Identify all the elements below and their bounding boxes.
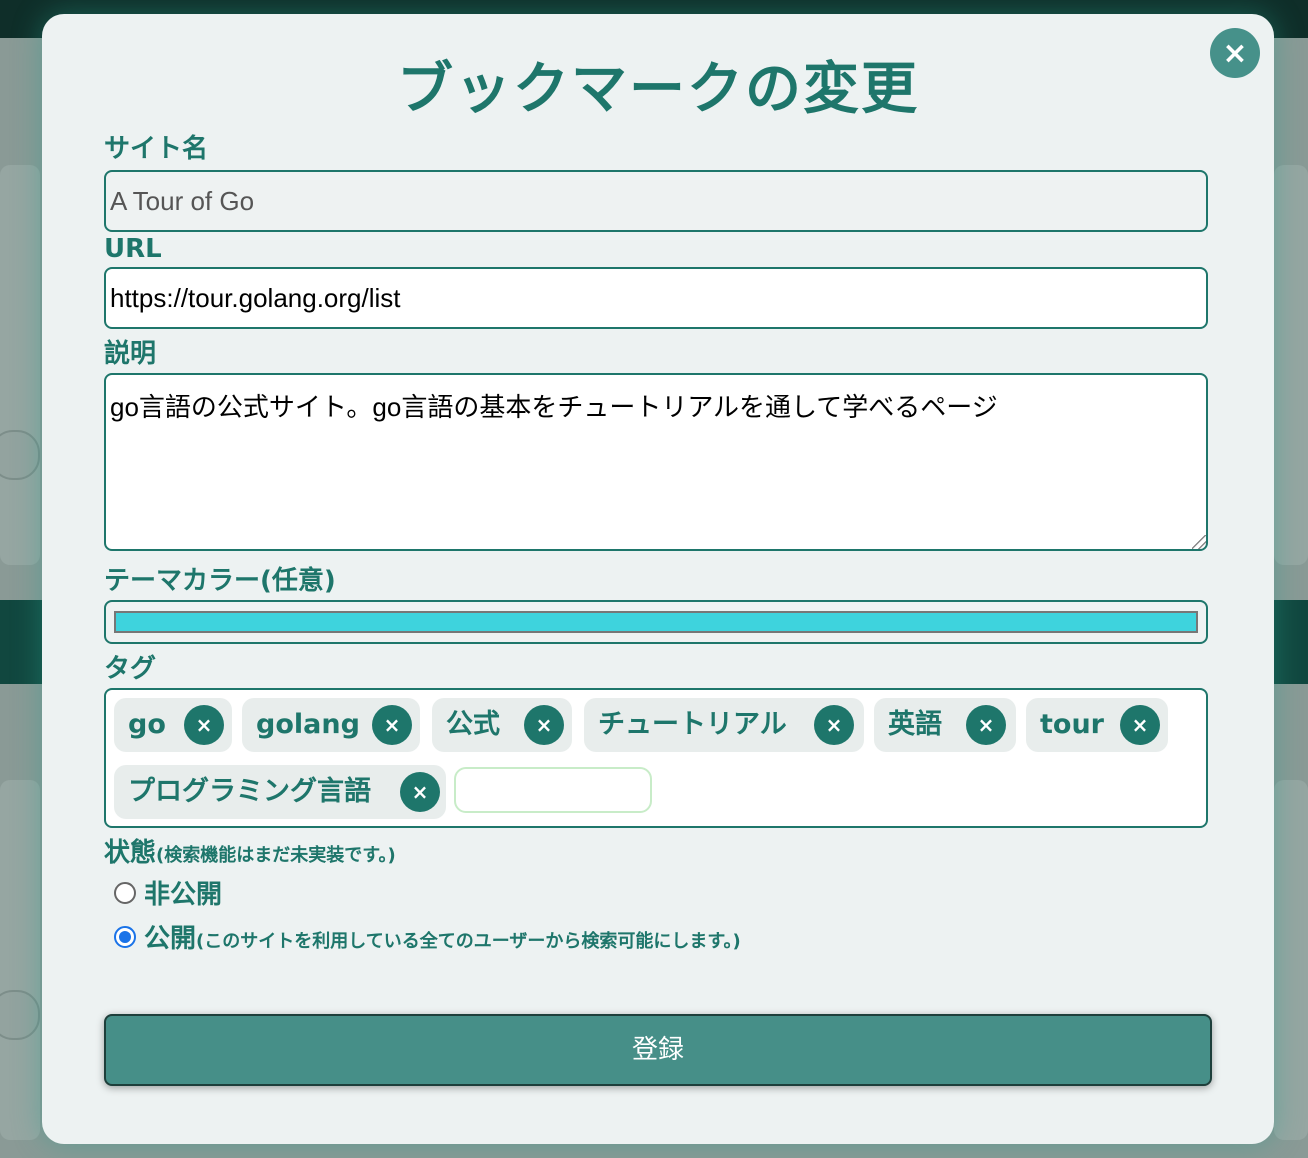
tag-chip: チュートリアル × bbox=[584, 698, 864, 752]
tag-remove-icon[interactable]: × bbox=[966, 705, 1006, 745]
url-field[interactable] bbox=[104, 267, 1208, 329]
tag-remove-icon[interactable]: × bbox=[814, 705, 854, 745]
description-label: 説明 bbox=[104, 339, 157, 369]
tag-remove-icon[interactable]: × bbox=[1120, 705, 1160, 745]
background-card bbox=[1274, 780, 1308, 1140]
background-card bbox=[1274, 165, 1308, 565]
status-option-private[interactable]: 非公開 bbox=[114, 874, 222, 911]
public-radio[interactable] bbox=[114, 925, 136, 948]
tag-label: golang bbox=[256, 709, 360, 740]
tag-chip: 公式 × bbox=[432, 698, 572, 752]
background-card bbox=[0, 165, 40, 565]
tag-label: チュートリアル bbox=[598, 709, 787, 740]
site-name-label: サイト名 bbox=[104, 134, 209, 164]
tag-input[interactable] bbox=[454, 767, 652, 813]
theme-color-picker[interactable] bbox=[104, 600, 1208, 644]
edit-bookmark-modal: × ブックマークの変更 サイト名 URL 説明 go言語の公式サイト。go言語の… bbox=[42, 14, 1274, 1144]
tag-chip: tour × bbox=[1026, 698, 1168, 752]
status-note: (検索機能はまだ未実装です。) bbox=[156, 845, 396, 866]
tag-remove-icon[interactable]: × bbox=[372, 705, 412, 745]
tag-label: プログラミング言語 bbox=[128, 776, 371, 807]
tag-chip: 英語 × bbox=[874, 698, 1016, 752]
site-name-field[interactable] bbox=[104, 170, 1208, 232]
tag-remove-icon[interactable]: × bbox=[524, 705, 564, 745]
resize-handle-icon[interactable] bbox=[1192, 535, 1206, 549]
tag-label: 公式 bbox=[446, 709, 500, 740]
status-option-public[interactable]: 公開 (このサイトを利用している全てのユーザーから検索可能にします。) bbox=[114, 918, 741, 955]
tag-chip: go × bbox=[114, 698, 232, 752]
description-field[interactable]: go言語の公式サイト。go言語の基本をチュートリアルを通して学べるページ bbox=[104, 373, 1208, 551]
status-label: 状態(検索機能はまだ未実装です。) bbox=[104, 832, 396, 869]
tag-chip: golang × bbox=[242, 698, 420, 752]
tags-field: go × golang × 公式 × チュートリアル × 英語 × tour ×… bbox=[104, 688, 1208, 828]
private-radio[interactable] bbox=[114, 881, 136, 904]
url-label: URL bbox=[104, 234, 162, 264]
tag-remove-icon[interactable]: × bbox=[184, 705, 224, 745]
background-card bbox=[0, 780, 40, 1140]
modal-title: ブックマークの変更 bbox=[397, 57, 919, 122]
public-label: 公開 bbox=[144, 924, 197, 954]
tag-label: 英語 bbox=[888, 709, 942, 740]
tag-chip: プログラミング言語 × bbox=[114, 765, 446, 819]
private-label: 非公開 bbox=[144, 880, 223, 910]
tag-remove-icon[interactable]: × bbox=[400, 772, 440, 812]
color-swatch bbox=[114, 611, 1198, 633]
tags-label: タグ bbox=[104, 654, 157, 684]
tag-label: tour bbox=[1040, 709, 1104, 740]
theme-color-label: テーマカラー(任意) bbox=[104, 566, 336, 596]
tag-label: go bbox=[128, 709, 166, 740]
public-note: (このサイトを利用している全てのユーザーから検索可能にします。) bbox=[196, 930, 741, 952]
register-button[interactable]: 登録 bbox=[104, 1014, 1212, 1086]
status-title: 状態 bbox=[104, 838, 157, 868]
